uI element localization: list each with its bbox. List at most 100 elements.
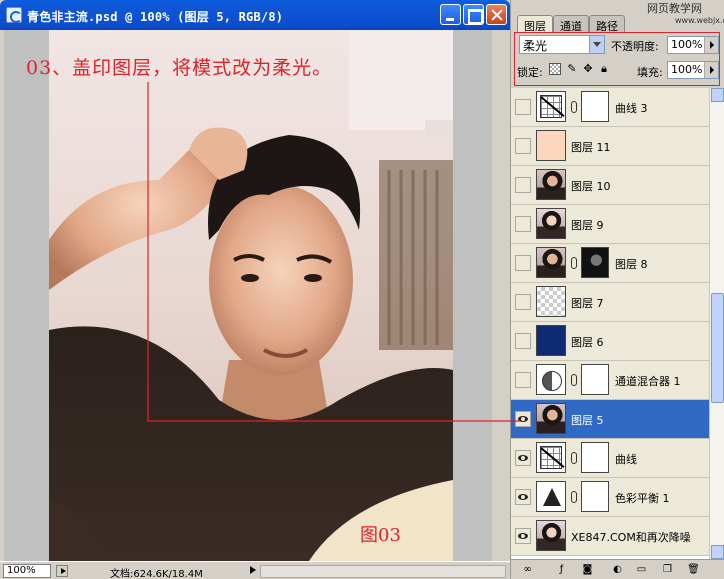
layer-mask-thumbnail[interactable] <box>581 247 609 278</box>
figure-label: 图03 <box>360 525 401 546</box>
layer-visibility-toggle[interactable] <box>515 489 531 505</box>
blend-mode-value: 柔光 <box>523 39 548 53</box>
lock-label: 锁定: <box>517 66 543 79</box>
eye-icon <box>518 455 528 461</box>
layer-mask-thumbnail[interactable] <box>581 91 609 122</box>
layer-visibility-toggle[interactable] <box>515 255 531 271</box>
document-window: 青色非主流.psd @ 100% (图层 5, RGB/8) 03、盖印图层，将… <box>0 0 510 579</box>
layer-visibility-toggle[interactable] <box>515 411 531 427</box>
eye-icon <box>518 533 528 539</box>
tab-layers[interactable]: 图层 <box>517 15 553 33</box>
layer-thumbnail[interactable] <box>536 520 566 551</box>
layer-thumbnail[interactable] <box>536 169 566 200</box>
window-titlebar[interactable]: 青色非主流.psd @ 100% (图层 5, RGB/8) <box>0 0 510 30</box>
document-size-info: 文档:624.6K/18.4M <box>110 569 203 579</box>
layer-row[interactable]: 图层 6 <box>511 322 709 361</box>
layer-thumbnail[interactable] <box>536 364 566 395</box>
status-menu-icon[interactable] <box>56 565 68 577</box>
layer-name: 通道混合器 1 <box>615 375 681 388</box>
layer-row[interactable]: XE847.COM和再次降噪 <box>511 517 709 556</box>
lock-position-move-icon[interactable]: ✥ <box>582 63 594 75</box>
layer-row[interactable]: 曲线 <box>511 439 709 478</box>
tab-channels[interactable]: 通道 <box>553 15 589 33</box>
layer-name: 图层 8 <box>615 258 648 271</box>
layer-row[interactable]: 图层 10 <box>511 166 709 205</box>
fill-slider-arrow-icon[interactable] <box>704 62 718 78</box>
eye-icon <box>518 494 528 500</box>
scroll-up-arrow-icon[interactable] <box>711 88 724 102</box>
zoom-level-field[interactable]: 100% <box>3 564 51 578</box>
layer-row[interactable]: 图层 7 <box>511 283 709 322</box>
document-vertical-scrollbar[interactable] <box>492 30 506 561</box>
document-horizontal-scrollbar[interactable] <box>260 565 506 578</box>
canvas-area[interactable] <box>4 30 506 561</box>
layer-row[interactable]: 色彩平衡 1 <box>511 478 709 517</box>
layer-name: 图层 11 <box>571 141 611 154</box>
layer-row[interactable]: 图层 9 <box>511 205 709 244</box>
maximize-button[interactable] <box>463 4 484 25</box>
layer-thumbnail[interactable] <box>536 247 566 278</box>
status-flyout-arrow-icon[interactable] <box>250 566 256 574</box>
opacity-input[interactable]: 100% <box>667 36 719 54</box>
mask-link-icon[interactable] <box>571 491 577 503</box>
portrait-photo[interactable] <box>49 30 453 561</box>
opacity-slider-arrow-icon[interactable] <box>704 37 718 53</box>
fill-input[interactable]: 100% <box>667 61 719 79</box>
site-watermark-url: www.webjx.com <box>675 16 724 25</box>
layer-thumbnail[interactable] <box>536 130 566 161</box>
photoshop-doc-icon <box>6 7 22 23</box>
lock-all-padlock-icon[interactable]: 🔒︎ <box>598 63 610 75</box>
scroll-down-arrow-icon[interactable] <box>711 545 724 559</box>
layer-visibility-toggle[interactable] <box>515 99 531 115</box>
chevron-down-icon[interactable] <box>589 36 604 53</box>
blend-mode-select[interactable]: 柔光 <box>519 35 605 54</box>
tab-paths[interactable]: 路径 <box>589 15 625 33</box>
layer-thumbnail[interactable] <box>536 208 566 239</box>
fill-label: 填充: <box>637 66 663 79</box>
layer-row[interactable]: 图层 11 <box>511 127 709 166</box>
lock-paint-brush-icon[interactable]: ✎ <box>566 63 578 75</box>
layers-vertical-scrollbar[interactable] <box>709 88 724 559</box>
layer-mask-thumbnail[interactable] <box>581 442 609 473</box>
layer-thumbnail[interactable] <box>536 481 566 512</box>
layer-visibility-toggle[interactable] <box>515 450 531 466</box>
mask-link-icon[interactable] <box>571 257 577 269</box>
layer-list[interactable]: 曲线 3 图层 11 图层 10 图层 9 图层 8 图层 7 图层 6 通道混合器 1 图层 … <box>511 88 709 559</box>
layer-style-icon[interactable]: ƒ <box>555 564 568 576</box>
add-mask-icon[interactable]: ◙ <box>581 564 594 576</box>
layer-visibility-toggle[interactable] <box>515 177 531 193</box>
layer-thumbnail[interactable] <box>536 403 566 434</box>
mask-link-icon[interactable] <box>571 374 577 386</box>
layer-row[interactable]: 曲线 3 <box>511 88 709 127</box>
layers-panel-footer: ∞ ƒ ◙ ◐ ▭ ❐ 🗑︎ <box>511 559 724 579</box>
layer-thumbnail[interactable] <box>536 91 566 122</box>
adjustment-layer-icon[interactable]: ◐ <box>611 564 624 576</box>
layer-visibility-toggle[interactable] <box>515 333 531 349</box>
layer-thumbnail[interactable] <box>536 325 566 356</box>
layer-mask-thumbnail[interactable] <box>581 481 609 512</box>
mask-link-icon[interactable] <box>571 452 577 464</box>
mask-link-icon[interactable] <box>571 101 577 113</box>
layer-visibility-toggle[interactable] <box>515 528 531 544</box>
layer-visibility-toggle[interactable] <box>515 216 531 232</box>
opacity-label: 不透明度: <box>611 40 659 53</box>
close-button[interactable] <box>486 4 507 25</box>
scroll-thumb[interactable] <box>711 293 724 403</box>
layer-name: 曲线 3 <box>615 102 648 115</box>
layer-thumbnail[interactable] <box>536 286 566 317</box>
layer-visibility-toggle[interactable] <box>515 372 531 388</box>
layer-thumbnail[interactable] <box>536 442 566 473</box>
minimize-button[interactable] <box>440 4 461 25</box>
layer-name: 图层 5 <box>571 414 604 427</box>
delete-layer-trash-icon[interactable]: 🗑︎ <box>687 564 700 576</box>
new-layer-icon[interactable]: ❐ <box>661 564 674 576</box>
layer-row[interactable]: 通道混合器 1 <box>511 361 709 400</box>
layer-visibility-toggle[interactable] <box>515 138 531 154</box>
link-layers-icon[interactable]: ∞ <box>521 564 534 576</box>
layer-visibility-toggle[interactable] <box>515 294 531 310</box>
new-group-folder-icon[interactable]: ▭ <box>635 564 648 576</box>
lock-transparency-icon[interactable] <box>549 63 561 75</box>
layer-mask-thumbnail[interactable] <box>581 364 609 395</box>
layer-row[interactable]: 图层 5 <box>511 400 709 439</box>
layer-row[interactable]: 图层 8 <box>511 244 709 283</box>
